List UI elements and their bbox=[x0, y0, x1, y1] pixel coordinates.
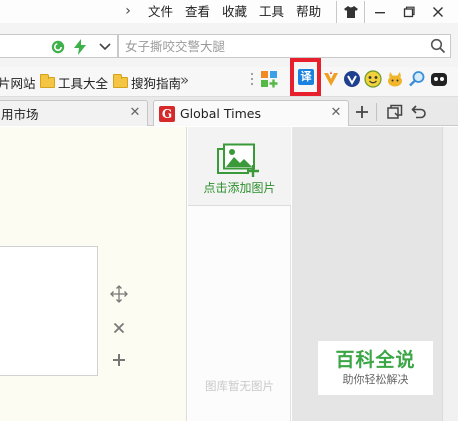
undo-icon bbox=[411, 105, 426, 119]
image-panel: 点击添加图片 图库暂无图片 bbox=[188, 127, 291, 421]
close-icon bbox=[432, 7, 443, 17]
menu-file[interactable]: 文件 bbox=[142, 0, 179, 23]
tab-app-market[interactable]: 用市场 ✕ bbox=[0, 100, 148, 126]
watermark-subtitle: 助你轻松解决 bbox=[342, 373, 409, 386]
restore-button[interactable] bbox=[394, 1, 423, 23]
menu-items: 文件 查看 收藏 工具 帮助 bbox=[142, 0, 327, 23]
tab-list-icon bbox=[387, 104, 403, 119]
bookmark-folder-tools[interactable]: 工具大全 bbox=[40, 72, 108, 92]
pet-icon[interactable] bbox=[386, 70, 404, 88]
tab-global-times[interactable]: G Global Times ✕ bbox=[153, 100, 349, 126]
close-window-button[interactable] bbox=[423, 1, 452, 23]
undo-close-button[interactable] bbox=[408, 101, 430, 123]
minimize-icon bbox=[374, 12, 385, 14]
game-icon[interactable] bbox=[430, 70, 448, 88]
editor-text-box[interactable] bbox=[0, 246, 98, 376]
chevron-down-icon bbox=[99, 43, 111, 51]
refresh-icon[interactable] bbox=[49, 38, 67, 56]
tab-title: 用市场 bbox=[1, 107, 39, 122]
rating-icon[interactable] bbox=[322, 70, 340, 88]
grip-icon bbox=[250, 72, 254, 86]
search-field bbox=[118, 34, 451, 58]
search-input[interactable] bbox=[125, 35, 415, 57]
add-image-button[interactable]: 点击添加图片 bbox=[188, 127, 291, 206]
plus-icon bbox=[356, 106, 368, 118]
editor-pane bbox=[0, 127, 187, 421]
url-dropdown-button[interactable] bbox=[96, 38, 114, 56]
tab-close-icon[interactable]: ✕ bbox=[129, 106, 141, 120]
vpn-icon[interactable] bbox=[343, 70, 361, 88]
search-icon[interactable] bbox=[430, 38, 446, 54]
lightning-icon[interactable] bbox=[71, 38, 89, 56]
add-button[interactable] bbox=[108, 349, 130, 371]
translate-icon[interactable]: 译 bbox=[298, 69, 314, 85]
menu-favorites[interactable]: 收藏 bbox=[216, 0, 253, 23]
tab-close-icon[interactable]: ✕ bbox=[330, 106, 342, 120]
magnifier-icon[interactable] bbox=[408, 70, 426, 88]
add-image-icon bbox=[217, 143, 259, 177]
menu-tools[interactable]: 工具 bbox=[253, 0, 290, 23]
chevron-right-icon[interactable]: › bbox=[120, 2, 136, 20]
lightning-icon-svg bbox=[74, 39, 86, 55]
menu-help[interactable]: 帮助 bbox=[290, 0, 327, 23]
tab-list-button[interactable] bbox=[384, 101, 406, 123]
window-controls bbox=[336, 1, 452, 23]
address-bar bbox=[0, 23, 458, 67]
move-button[interactable] bbox=[108, 283, 130, 305]
bookmark-folder-guide[interactable]: 搜狗指南 bbox=[113, 72, 181, 92]
close-icon bbox=[113, 322, 125, 334]
refresh-icon-svg bbox=[51, 40, 65, 54]
bookmark-item[interactable]: 片网站 bbox=[0, 72, 36, 92]
add-image-label: 点击添加图片 bbox=[203, 181, 276, 195]
menu-view[interactable]: 查看 bbox=[179, 0, 216, 23]
menu-bar: › 文件 查看 收藏 工具 帮助 bbox=[0, 0, 458, 23]
minimize-button[interactable] bbox=[365, 1, 394, 23]
global-times-favicon: G bbox=[159, 105, 175, 122]
apps-grid-icon[interactable] bbox=[260, 70, 278, 88]
new-tab-button[interactable] bbox=[351, 101, 373, 123]
bookmarks-more-button[interactable]: » bbox=[180, 71, 189, 89]
scrollbar[interactable] bbox=[442, 127, 458, 421]
gallery-empty-text: 图库暂无图片 bbox=[205, 379, 274, 393]
watermark-logo: 百科全说 助你轻松解决 bbox=[318, 341, 433, 395]
plus-icon bbox=[113, 354, 125, 366]
delete-button[interactable] bbox=[108, 317, 130, 339]
emoji-icon[interactable] bbox=[364, 70, 382, 88]
move-icon bbox=[110, 285, 128, 303]
skin-button[interactable] bbox=[336, 1, 365, 23]
tab-divider bbox=[376, 103, 377, 121]
folder-icon bbox=[40, 73, 55, 88]
page-content: 点击添加图片 图库暂无图片 百科全说 助你轻松解决 bbox=[0, 127, 458, 421]
folder-icon bbox=[113, 73, 128, 88]
tab-title: Global Times bbox=[180, 106, 261, 121]
bookmark-label: 搜狗指南 bbox=[131, 75, 182, 91]
shirt-icon bbox=[343, 6, 358, 18]
watermark-title: 百科全说 bbox=[335, 349, 416, 371]
restore-icon bbox=[403, 6, 415, 18]
bookmark-label: 片网站 bbox=[0, 75, 36, 91]
bookmark-label: 工具大全 bbox=[58, 75, 109, 91]
